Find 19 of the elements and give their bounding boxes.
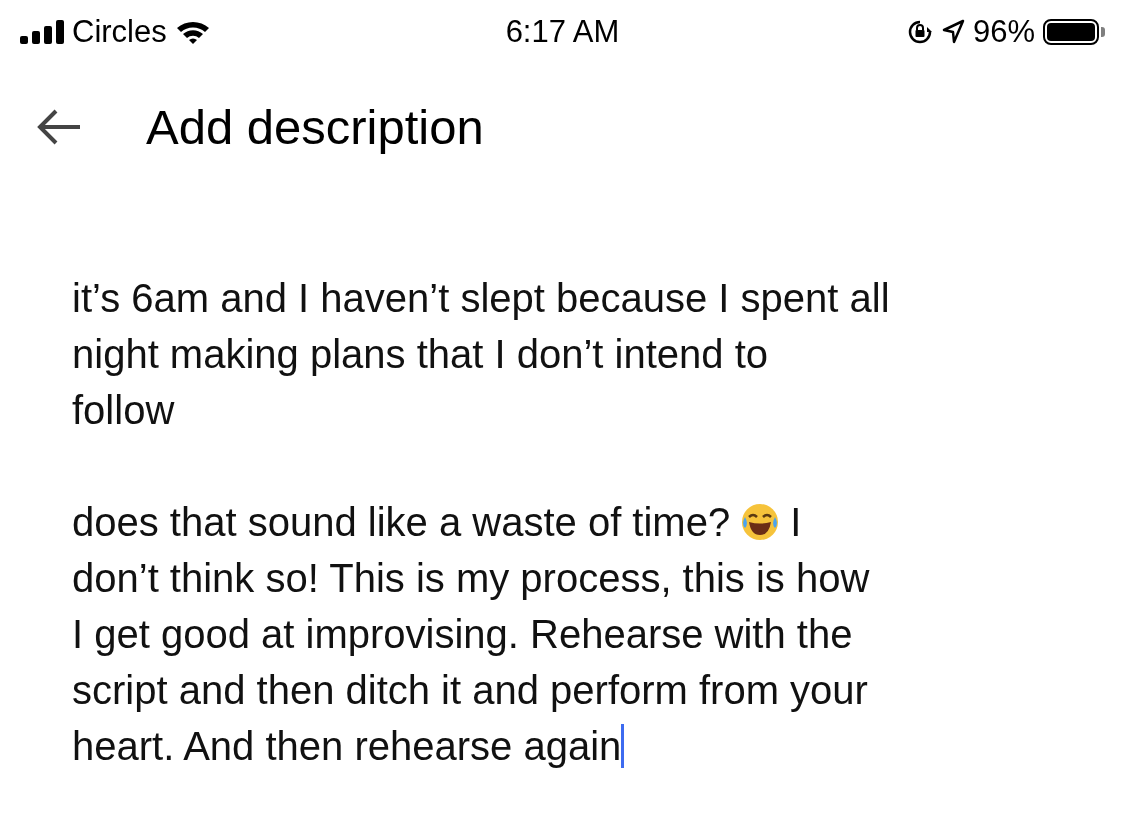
carrier-name: Circles: [72, 14, 167, 50]
signal-icon: [20, 20, 64, 44]
description-text: follow: [72, 387, 175, 434]
clock-time: 6:17 AM: [505, 14, 620, 50]
text-cursor: [621, 724, 625, 768]
description-text: night making plans that I don’t intend to: [72, 331, 768, 378]
laughing-emoji-icon: [740, 502, 781, 542]
description-text: I get good at improvising. Rehearse with the: [72, 611, 853, 658]
description-text: script and then ditch it and perform from your: [72, 667, 868, 714]
location-arrow-icon: [940, 19, 965, 45]
rotation-lock-icon: [906, 19, 933, 45]
description-text: does that sound like a waste of time?: [72, 499, 731, 546]
description-text: heart. And then rehearse again: [72, 723, 622, 770]
description-text: it’s 6am and I haven’t slept because I spent all: [72, 275, 890, 322]
description-text: I: [790, 499, 802, 546]
battery-icon: [1043, 19, 1105, 45]
page-title: Add description: [146, 99, 484, 155]
battery-percentage: 96%: [972, 14, 1035, 50]
description-text: don’t think so! This is my process, this is how: [72, 555, 870, 602]
